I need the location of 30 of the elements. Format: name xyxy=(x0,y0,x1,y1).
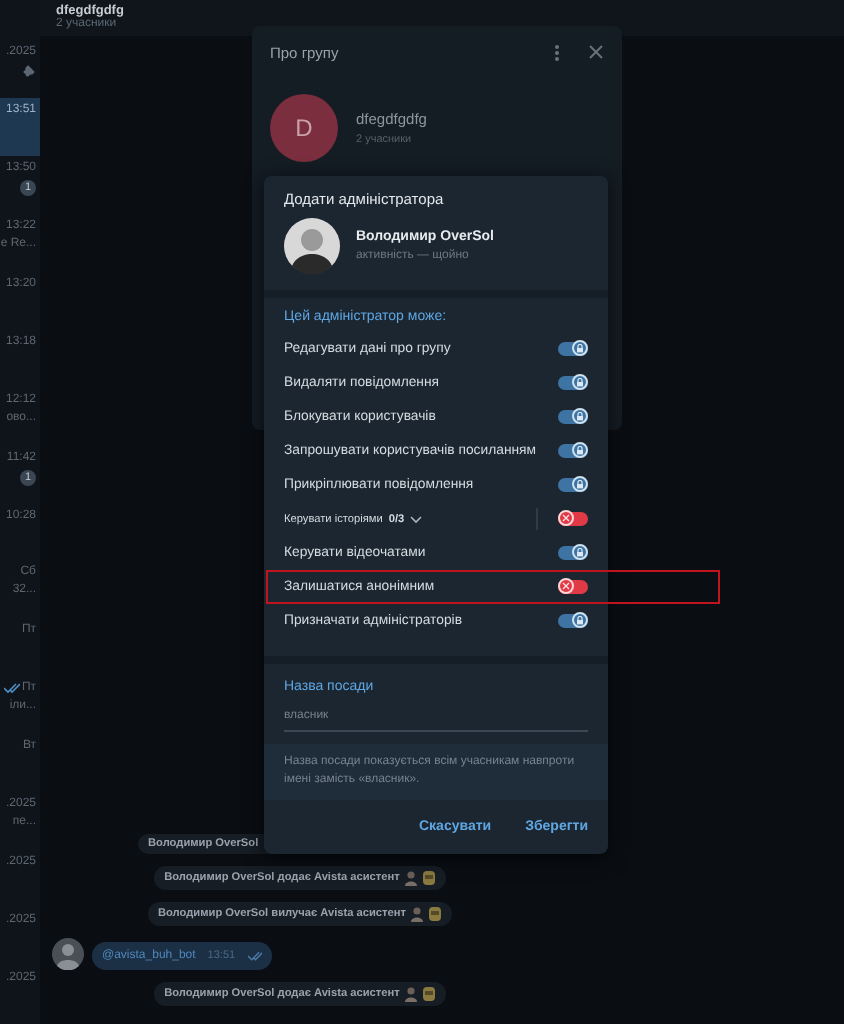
toggle-switch[interactable] xyxy=(558,580,588,594)
toggle-switch[interactable] xyxy=(558,512,588,526)
toggle-switch[interactable] xyxy=(558,478,588,492)
person-icon xyxy=(403,870,418,886)
lock-icon xyxy=(576,479,584,489)
toggle-switch[interactable] xyxy=(558,444,588,458)
close-icon[interactable] xyxy=(588,44,604,60)
cross-icon xyxy=(562,514,570,522)
lock-icon xyxy=(576,343,584,353)
robot-icon xyxy=(421,870,436,886)
avatar xyxy=(284,218,340,274)
toggle-switch[interactable] xyxy=(558,342,588,356)
chevron-icon[interactable] xyxy=(410,515,423,523)
toggle-switch[interactable] xyxy=(558,410,588,424)
person-icon xyxy=(410,906,425,922)
person-icon xyxy=(403,986,418,1002)
lock-icon xyxy=(576,547,584,557)
robot-icon xyxy=(428,906,443,922)
robot-icon xyxy=(421,986,436,1002)
lock-icon xyxy=(576,615,584,625)
lock-icon xyxy=(576,411,584,421)
lock-icon xyxy=(576,377,584,387)
cross-icon xyxy=(562,582,570,590)
toggle-switch[interactable] xyxy=(558,614,588,628)
more-icon[interactable] xyxy=(554,43,560,61)
group-avatar: D xyxy=(270,94,338,162)
avatar xyxy=(52,938,84,970)
lock-icon xyxy=(576,445,584,455)
toggle-switch[interactable] xyxy=(558,376,588,390)
toggle-switch[interactable] xyxy=(558,546,588,560)
